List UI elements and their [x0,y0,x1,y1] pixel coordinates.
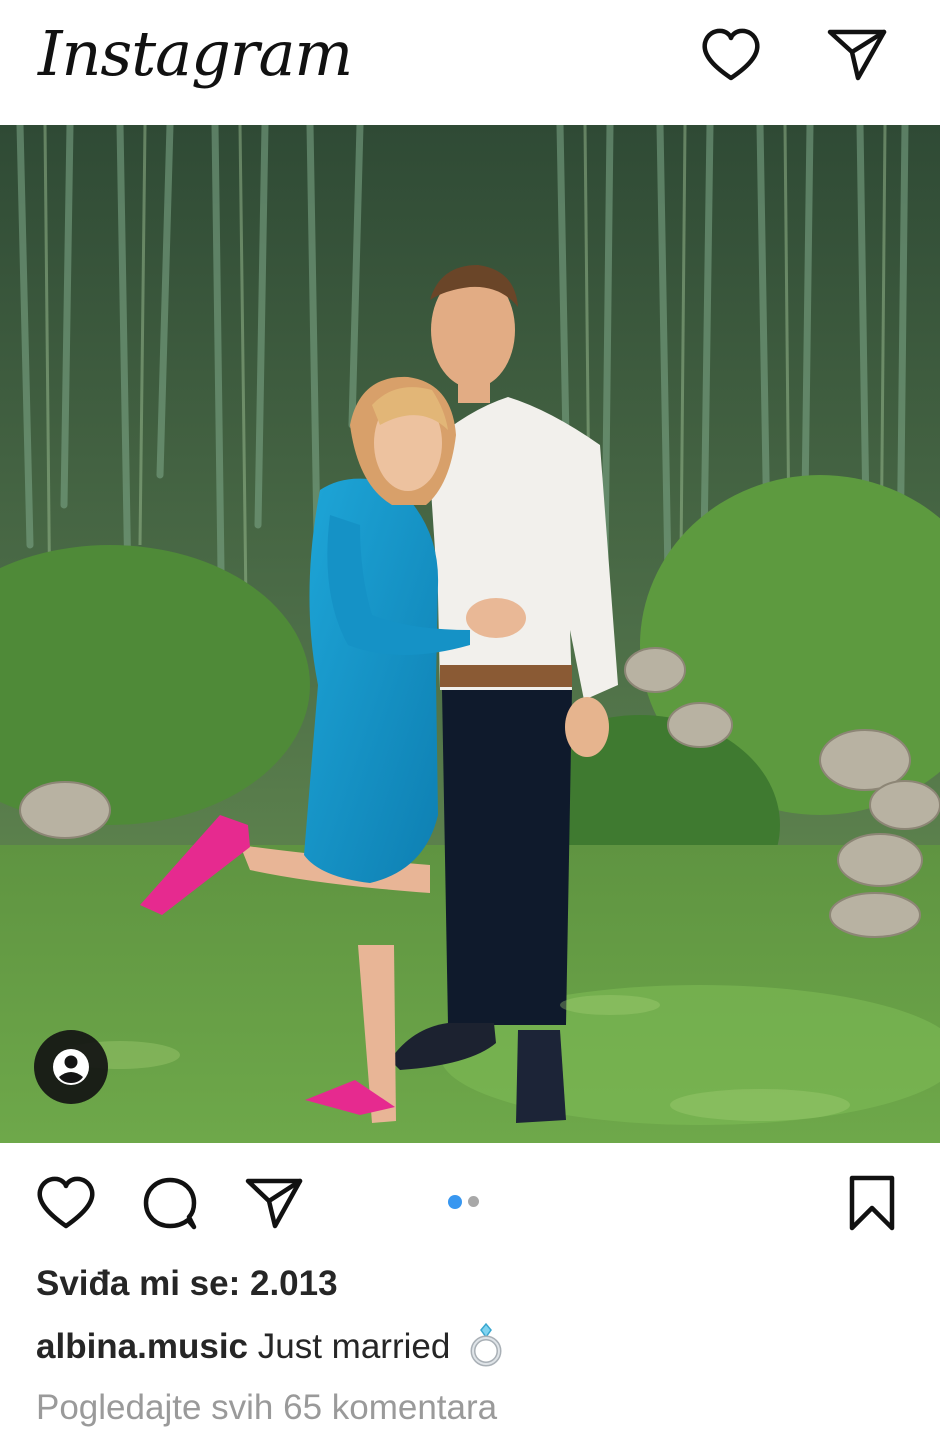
caption-username[interactable]: albina.music [36,1327,248,1366]
instagram-logo: Instagram [38,17,353,90]
photo-illustration [0,125,940,1143]
top-bar: Instagram [0,0,940,125]
view-all-comments-link[interactable]: Pogledajte svih 65 komentara [36,1388,497,1428]
ring-icon [470,1322,502,1367]
post-photo[interactable] [0,125,940,1143]
tagged-users-button[interactable] [34,1030,108,1104]
carousel-dot-active [448,1194,462,1209]
carousel-indicator [448,1193,479,1209]
bookmark-icon[interactable] [840,1171,904,1235]
direct-message-icon[interactable] [824,22,890,88]
post-caption: albina.music Just married [36,1322,506,1368]
share-paper-plane-icon[interactable] [242,1171,306,1235]
activity-heart-icon[interactable] [698,22,764,88]
carousel-dot [468,1196,479,1208]
user-tag-icon [53,1049,89,1085]
caption-text: Just married [257,1327,451,1366]
like-heart-icon[interactable] [34,1171,98,1235]
comment-icon[interactable] [138,1171,202,1235]
like-count[interactable]: Sviđa mi se: 2.013 [36,1264,338,1304]
